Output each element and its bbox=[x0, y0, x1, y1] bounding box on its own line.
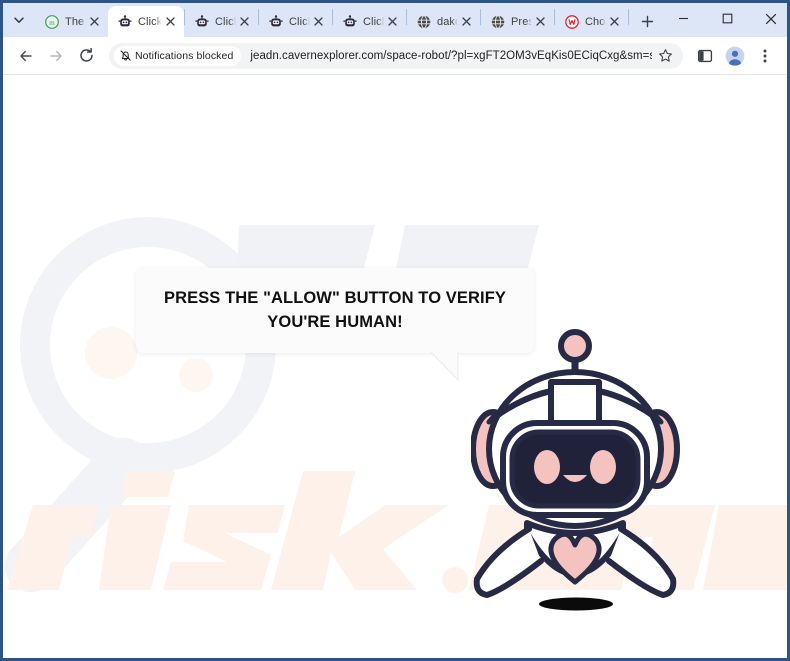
verify-message-line2: YOU'RE HUMAN! bbox=[267, 312, 403, 331]
tab-close-button[interactable] bbox=[458, 14, 474, 30]
close-icon bbox=[165, 17, 175, 26]
close-icon bbox=[765, 13, 777, 24]
close-icon bbox=[239, 17, 249, 26]
three-dot-menu-icon bbox=[763, 49, 767, 62]
tab-title: Click bbox=[138, 15, 162, 28]
close-icon bbox=[609, 17, 619, 26]
address-bar[interactable]: Notifications blocked jeadn.cavernexplor… bbox=[109, 42, 683, 69]
maximize-button[interactable] bbox=[705, 3, 749, 34]
space-robot-illustration bbox=[471, 329, 680, 611]
tab-close-button[interactable] bbox=[606, 14, 622, 30]
close-window-button[interactable] bbox=[749, 3, 790, 34]
tab-title: Click bbox=[363, 15, 384, 28]
minimize-button[interactable] bbox=[661, 3, 705, 34]
notifications-blocked-label: Notifications blocked bbox=[135, 49, 234, 62]
new-tab-button[interactable] bbox=[633, 7, 661, 35]
forward-button[interactable] bbox=[41, 41, 71, 71]
side-panel-icon bbox=[697, 49, 713, 62]
bookmark-button[interactable] bbox=[656, 48, 674, 63]
tab-search-button[interactable] bbox=[5, 6, 33, 34]
tab-title: Click bbox=[215, 15, 236, 28]
tab-title: Click bbox=[289, 15, 310, 28]
tab-close-button[interactable] bbox=[532, 14, 548, 30]
robot-icon bbox=[268, 14, 283, 29]
browser-tab[interactable]: Click bbox=[259, 6, 332, 37]
browser-tab[interactable]: dako bbox=[407, 6, 480, 37]
tab-close-button[interactable] bbox=[310, 14, 326, 30]
reload-icon bbox=[79, 47, 93, 62]
close-icon bbox=[313, 17, 323, 26]
side-panel-button[interactable] bbox=[691, 42, 719, 70]
browser-toolbar: Notifications blocked jeadn.cavernexplor… bbox=[3, 37, 787, 75]
browser-menu-button[interactable] bbox=[751, 42, 779, 70]
chevron-down-icon bbox=[14, 17, 24, 23]
page-content: PRESS THE "ALLOW" BUTTON TO VERIFY YOU'R… bbox=[3, 75, 787, 658]
browser-window: m The Click Clic Clic Clic dak Pres Cho … bbox=[0, 0, 790, 661]
tab-title: dako bbox=[437, 15, 458, 28]
browser-tab[interactable]: Cho bbox=[555, 6, 628, 37]
browser-tab[interactable]: Click bbox=[185, 6, 258, 37]
speech-bubble-tail bbox=[431, 352, 459, 381]
profile-avatar-icon bbox=[725, 46, 745, 66]
red-w-icon bbox=[564, 14, 579, 29]
browser-tab-active[interactable]: Click bbox=[108, 6, 184, 37]
browser-tab[interactable]: m The bbox=[35, 6, 108, 37]
close-icon bbox=[89, 17, 99, 26]
robot-icon bbox=[342, 14, 357, 29]
robot-icon bbox=[117, 14, 132, 29]
back-button[interactable] bbox=[11, 41, 41, 71]
tab-close-button[interactable] bbox=[384, 14, 400, 30]
maximize-icon bbox=[722, 13, 732, 24]
notifications-blocked-chip[interactable]: Notifications blocked bbox=[114, 45, 242, 66]
close-icon bbox=[387, 17, 397, 26]
back-arrow-icon bbox=[20, 50, 32, 61]
browser-tab[interactable]: Pres bbox=[481, 6, 554, 37]
tab-title: The bbox=[65, 15, 85, 28]
tab-title: Cho bbox=[585, 15, 606, 28]
reload-button[interactable] bbox=[71, 41, 101, 71]
forward-arrow-icon bbox=[50, 50, 62, 61]
browser-tab[interactable]: Click bbox=[333, 6, 406, 37]
tab-title: Pres bbox=[511, 15, 532, 28]
star-icon bbox=[658, 49, 672, 62]
bell-slash-icon bbox=[120, 50, 131, 61]
green-m-icon: m bbox=[44, 14, 59, 29]
robot-icon bbox=[194, 14, 209, 29]
globe-icon bbox=[490, 14, 505, 29]
window-controls bbox=[661, 3, 790, 37]
plus-icon bbox=[641, 15, 653, 27]
verify-message-line1: PRESS THE "ALLOW" BUTTON TO VERIFY bbox=[163, 289, 507, 308]
tab-strip: m The Click Clic Clic Clic dak Pres Cho bbox=[3, 3, 787, 37]
profile-button[interactable] bbox=[721, 42, 749, 70]
tab-close-button[interactable] bbox=[86, 14, 102, 30]
tab-separator bbox=[628, 9, 629, 25]
url-text: jeadn.cavernexplorer.com/space-robot/?pl… bbox=[250, 49, 652, 62]
globe-icon bbox=[416, 14, 431, 29]
tab-close-button[interactable] bbox=[236, 14, 252, 30]
close-icon bbox=[461, 17, 471, 26]
close-icon bbox=[535, 17, 545, 26]
tab-close-button[interactable] bbox=[162, 14, 178, 30]
minimize-icon bbox=[678, 17, 688, 20]
svg-text:m: m bbox=[49, 19, 55, 27]
verify-message: PRESS THE "ALLOW" BUTTON TO VERIFY YOU'R… bbox=[150, 287, 520, 334]
